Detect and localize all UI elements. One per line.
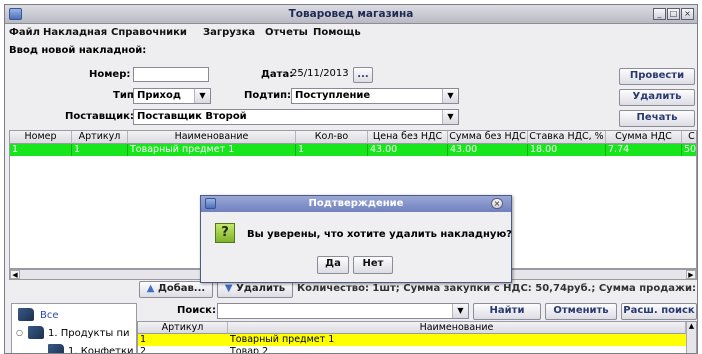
table-cell: 1 (140, 334, 147, 345)
chevron-down-icon: ▼ (452, 304, 468, 318)
title-bar[interactable]: Товаровед магазина _ □ × (5, 5, 697, 24)
table-cell: 43.00 (448, 144, 528, 156)
table-cell: Товарный предмет 1 (128, 144, 296, 156)
folder-icon (18, 308, 34, 321)
table-cell: 7.74 (606, 144, 682, 156)
number-label: Номер: (89, 69, 131, 80)
products-table[interactable]: Артикул Наименование 1 Товарный предмет … (137, 321, 697, 354)
window-title: Товаровед магазина (288, 8, 414, 20)
menu-load[interactable]: Загрузка (203, 27, 255, 38)
main-window: Товаровед магазина _ □ × Файл Накладная … (4, 4, 698, 354)
table-cell: 18.00 (528, 144, 606, 156)
table-cell: Товар 2 (230, 346, 269, 354)
col-name[interactable]: Наименование (228, 322, 686, 334)
col-price[interactable]: Цена без НДС (368, 131, 448, 144)
vertical-scrollbar[interactable]: ▲ (686, 322, 696, 353)
date-label: Дата: (261, 69, 294, 80)
delete-item-button[interactable]: ▼ Удалить (217, 281, 293, 298)
advanced-search-button[interactable]: Расш. поиск (621, 303, 697, 320)
cancel-search-button[interactable]: Отменить (545, 303, 617, 320)
table-cell: 2 (140, 346, 147, 354)
table-row[interactable] (138, 334, 686, 346)
search-input[interactable]: ▼ (217, 303, 469, 319)
subtype-select[interactable]: Поступление ▼ (291, 88, 459, 104)
tree-item-all[interactable]: Все (40, 310, 59, 321)
table-cell: Товарный предмет 1 (230, 334, 335, 345)
minimize-button[interactable]: _ (653, 8, 666, 20)
col-name[interactable]: Наименование (128, 131, 296, 144)
dialog-close-button[interactable]: × (491, 198, 503, 209)
form-title: Ввод новой накладной: (9, 45, 147, 56)
maximize-button[interactable]: □ (667, 8, 680, 20)
menu-bar: Файл Накладная Справочники Загрузка Отче… (5, 25, 697, 41)
col-article[interactable]: Артикул (72, 131, 128, 144)
chevron-down-icon: ▼ (442, 110, 458, 124)
folder-icon (28, 326, 44, 339)
menu-help[interactable]: Помощь (313, 27, 361, 38)
folder-icon (48, 344, 64, 353)
col-article[interactable]: Артикул (138, 322, 228, 334)
add-button[interactable]: ▲ Добав... (139, 281, 213, 298)
no-button[interactable]: Нет (353, 256, 393, 274)
delete-invoice-button[interactable]: Удалить (619, 89, 695, 106)
menu-reports[interactable]: Отчеты (265, 27, 308, 38)
date-field[interactable]: 25/11/2013 (291, 67, 351, 82)
col-vat-rate[interactable]: Ставка НДС, % (528, 131, 606, 144)
table-cell: 1 (10, 144, 72, 156)
post-button[interactable]: Провести (619, 68, 695, 85)
delete-icon: ▼ (224, 283, 233, 294)
find-button[interactable]: Найти (473, 303, 541, 320)
menu-references[interactable]: Справочники (111, 27, 187, 38)
print-button[interactable]: Печать (619, 110, 695, 127)
menu-file[interactable]: Файл (9, 27, 40, 38)
category-tree[interactable]: Все ○ 1. Продукты пи 1. Конфетки (11, 303, 137, 353)
tree-item-products[interactable]: 1. Продукты пи (48, 328, 130, 339)
tree-item-candies[interactable]: 1. Конфетки (68, 346, 134, 353)
col-total[interactable]: С (682, 131, 696, 144)
table-cell: 50. (682, 144, 696, 156)
question-icon: ? (215, 223, 235, 243)
yes-button[interactable]: Да (317, 256, 349, 274)
add-icon: ▲ (146, 283, 155, 294)
supplier-label: Поставщик: (65, 111, 134, 122)
dialog-title-bar[interactable]: Подтверждение × (201, 196, 511, 212)
confirm-dialog: Подтверждение × ? Вы уверены, что хотите… (200, 195, 512, 283)
expand-icon[interactable]: ○ (16, 328, 23, 337)
dialog-title: Подтверждение (308, 198, 404, 209)
close-button[interactable]: × (681, 8, 694, 20)
chevron-down-icon: ▼ (442, 89, 458, 103)
supplier-select[interactable]: Поставщик Второй ▼ (133, 109, 459, 125)
dialog-message: Вы уверены, что хотите удалить накладную… (247, 229, 512, 240)
table-cell: 1 (72, 144, 128, 156)
scroll-right-icon[interactable]: ▶ (686, 270, 696, 279)
subtype-label: Подтип: (244, 90, 292, 101)
date-picker-button[interactable]: ... (353, 67, 373, 83)
type-select[interactable]: Приход ▼ (133, 88, 211, 104)
col-vat-sum[interactable]: Сумма НДС (606, 131, 682, 144)
search-label: Поиск: (177, 305, 216, 316)
col-sum[interactable]: Сумма без НДС (448, 131, 528, 144)
summary-text: Количество: 1шт; Сумма закупки с НДС: 50… (297, 283, 698, 294)
menu-invoice[interactable]: Накладная (43, 27, 107, 38)
number-field[interactable] (133, 67, 209, 82)
col-qty[interactable]: Кол-во (296, 131, 368, 144)
table-cell: 1 (296, 144, 368, 156)
chevron-down-icon: ▼ (194, 89, 210, 103)
col-number[interactable]: Номер (10, 131, 72, 144)
table-cell: 43.00 (368, 144, 448, 156)
scroll-left-icon[interactable]: ◀ (10, 270, 20, 279)
